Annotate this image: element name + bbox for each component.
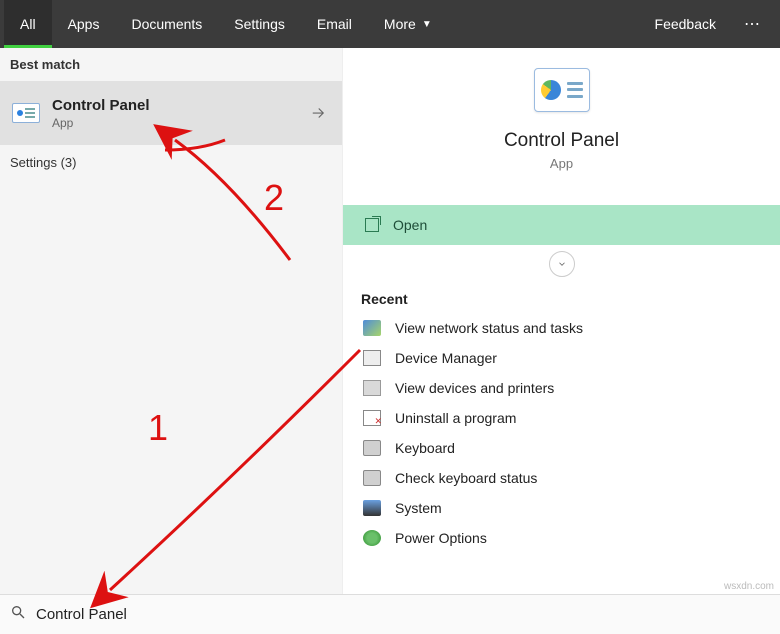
recent-item-label: Keyboard — [395, 440, 455, 456]
open-icon — [365, 218, 379, 232]
recent-item[interactable]: View devices and printers — [361, 373, 762, 403]
expand-result-button[interactable] — [294, 81, 342, 145]
search-icon — [10, 604, 26, 625]
control-panel-icon — [534, 68, 590, 112]
watermark: wsxdn.com — [724, 581, 774, 592]
control-panel-icon — [12, 103, 40, 123]
recent-item-label: View network status and tasks — [395, 320, 583, 336]
best-match-header: Best match — [0, 48, 342, 81]
chevron-down-icon — [557, 259, 567, 269]
preview-panel: Control Panel App Open Recent View netwo… — [342, 48, 780, 594]
sys-icon — [363, 500, 381, 516]
tab-documents[interactable]: Documents — [115, 0, 218, 48]
recent-item[interactable]: System — [361, 493, 762, 523]
kb-icon — [363, 470, 381, 486]
feedback-link[interactable]: Feedback — [641, 16, 730, 32]
result-subtitle: App — [52, 116, 150, 130]
preview-subtitle: App — [361, 156, 762, 171]
tab-more[interactable]: More ▼ — [368, 0, 448, 48]
open-button[interactable]: Open — [343, 205, 780, 245]
tab-settings[interactable]: Settings — [218, 0, 301, 48]
recent-item[interactable]: Uninstall a program — [361, 403, 762, 433]
recent-item[interactable]: Check keyboard status — [361, 463, 762, 493]
tab-more-label: More — [384, 16, 416, 32]
recent-list: View network status and tasks Device Mana… — [361, 313, 762, 553]
filter-tabbar: All Apps Documents Settings Email More ▼… — [0, 0, 780, 48]
prn-icon — [363, 380, 381, 396]
preview-title: Control Panel — [361, 130, 762, 152]
search-bar — [0, 594, 780, 634]
tab-email[interactable]: Email — [301, 0, 368, 48]
recent-item-label: Power Options — [395, 530, 487, 546]
tab-all[interactable]: All — [4, 0, 52, 48]
arrow-right-icon — [309, 104, 327, 122]
recent-header: Recent — [361, 291, 762, 307]
more-options-button[interactable]: ⋯ — [730, 14, 776, 34]
recent-item-label: Device Manager — [395, 350, 497, 366]
net-icon — [363, 320, 381, 336]
kb-icon — [363, 440, 381, 456]
open-label: Open — [393, 217, 427, 233]
results-panel: Best match Control Panel App Settings (3… — [0, 48, 342, 594]
best-match-result[interactable]: Control Panel App — [0, 81, 294, 145]
pwr-icon — [363, 530, 381, 546]
recent-item[interactable]: View network status and tasks — [361, 313, 762, 343]
recent-item[interactable]: Power Options — [361, 523, 762, 553]
tab-apps[interactable]: Apps — [52, 0, 116, 48]
dev-icon — [363, 350, 381, 366]
recent-item[interactable]: Device Manager — [361, 343, 762, 373]
chevron-down-icon: ▼ — [422, 19, 432, 30]
recent-item-label: View devices and printers — [395, 380, 554, 396]
expand-actions-button[interactable] — [549, 251, 575, 277]
recent-item-label: System — [395, 500, 442, 516]
result-title: Control Panel — [52, 97, 150, 114]
search-input[interactable] — [36, 606, 770, 623]
uni-icon — [363, 410, 381, 426]
recent-item-label: Check keyboard status — [395, 470, 537, 486]
recent-item[interactable]: Keyboard — [361, 433, 762, 463]
recent-item-label: Uninstall a program — [395, 410, 516, 426]
settings-category[interactable]: Settings (3) — [0, 145, 342, 180]
